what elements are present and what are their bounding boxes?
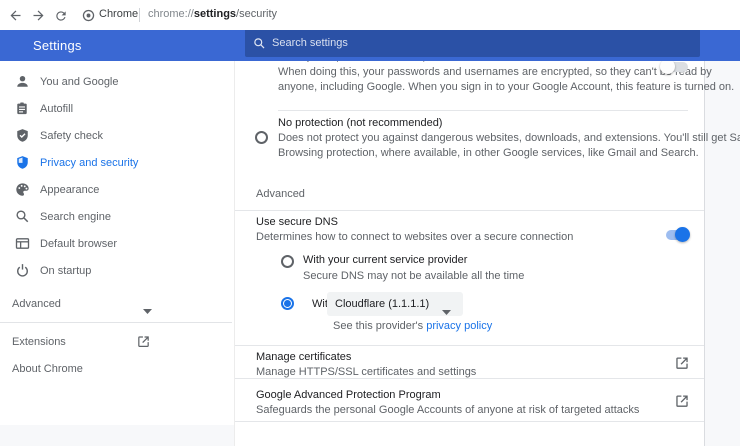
manage-certificates-title: Manage certificates bbox=[256, 351, 351, 363]
secure-dns-title: Use secure DNS bbox=[256, 216, 338, 228]
chrome-settings-security-page: Chrome chrome://settings/security Settin… bbox=[0, 0, 740, 446]
no-protection-title: No protection (not recommended) bbox=[278, 117, 442, 129]
row-divider bbox=[235, 378, 704, 379]
sidebar-advanced-toggle[interactable]: Advanced bbox=[0, 290, 234, 317]
external-link-icon[interactable] bbox=[675, 356, 689, 375]
about-chrome-label: About Chrome bbox=[12, 363, 83, 375]
sidebar-item-label: Search engine bbox=[40, 211, 111, 223]
sidebar-item-extensions[interactable]: Extensions bbox=[0, 328, 234, 355]
search-icon bbox=[252, 36, 267, 51]
sidebar-item-appearance[interactable]: Appearance bbox=[0, 176, 234, 203]
url-scheme: chrome:// bbox=[148, 8, 194, 20]
dns-provider-selected-value: Cloudflare (1.1.1.1) bbox=[335, 298, 429, 310]
address-url[interactable]: chrome://settings/security bbox=[148, 8, 277, 20]
row-divider bbox=[235, 345, 704, 346]
page-title: Settings bbox=[33, 38, 82, 53]
extensions-label: Extensions bbox=[12, 336, 66, 348]
dns-provider-custom-radio[interactable] bbox=[281, 297, 294, 310]
chevron-down-icon bbox=[143, 301, 152, 319]
row-divider bbox=[235, 421, 704, 422]
reload-icon[interactable] bbox=[52, 7, 69, 24]
secure-dns-subtitle: Determines how to connect to websites ov… bbox=[256, 231, 573, 243]
sidebar-item-search-engine[interactable]: Search engine bbox=[0, 203, 234, 230]
no-protection-desc-line1: Does not protect you against dangerous w… bbox=[278, 132, 740, 144]
sidebar-item-label: You and Google bbox=[40, 76, 119, 88]
privacy-shield-icon bbox=[14, 155, 30, 171]
site-label: Chrome bbox=[99, 8, 138, 20]
power-icon bbox=[14, 263, 30, 279]
url-host: settings bbox=[194, 8, 236, 20]
browser-toolbar: Chrome chrome://settings/security bbox=[0, 0, 740, 30]
chrome-favicon bbox=[81, 8, 95, 22]
secure-dns-toggle-knob[interactable] bbox=[675, 227, 690, 242]
dns-provider-current-label: With your current service provider bbox=[303, 254, 467, 266]
palette-icon bbox=[14, 182, 30, 198]
no-protection-desc-line2: Browsing protection, where available, in… bbox=[278, 147, 699, 159]
sidebar-item-label: Default browser bbox=[40, 238, 117, 250]
sidebar-item-label: Autofill bbox=[40, 103, 73, 115]
sidebar-divider bbox=[0, 322, 232, 323]
forward-arrow-icon[interactable] bbox=[30, 7, 47, 24]
password-breach-toggle-knob[interactable] bbox=[660, 59, 675, 74]
row-divider bbox=[278, 110, 688, 111]
sidebar-item-on-startup[interactable]: On startup bbox=[0, 257, 234, 284]
sidebar-item-autofill[interactable]: Autofill bbox=[0, 95, 234, 122]
back-arrow-icon[interactable] bbox=[7, 7, 24, 24]
advanced-label: Advanced bbox=[12, 298, 61, 310]
advanced-protection-subtitle: Safeguards the personal Google Accounts … bbox=[256, 404, 639, 416]
section-divider bbox=[235, 210, 704, 211]
privacy-policy-link[interactable]: privacy policy bbox=[426, 320, 492, 332]
external-link-icon[interactable] bbox=[675, 394, 689, 413]
password-breach-desc-line2: anyone, including Google. When you sign … bbox=[278, 81, 734, 93]
browser-window-icon bbox=[14, 236, 30, 252]
sidebar-item-you-and-google[interactable]: You and Google bbox=[0, 68, 234, 95]
sidebar-item-privacy-and-security[interactable]: Privacy and security bbox=[0, 149, 234, 176]
dropdown-caret-icon bbox=[442, 302, 451, 320]
privacy-policy-note: See this provider's privacy policy bbox=[333, 320, 492, 332]
dns-provider-select[interactable]: Cloudflare (1.1.1.1) bbox=[327, 292, 463, 316]
sidebar-item-safety-check[interactable]: Safety check bbox=[0, 122, 234, 149]
no-protection-radio[interactable] bbox=[255, 131, 268, 144]
autofill-icon bbox=[14, 101, 30, 117]
external-link-icon bbox=[137, 335, 150, 353]
sidebar-item-default-browser[interactable]: Default browser bbox=[0, 230, 234, 257]
sidebar-item-label: Safety check bbox=[40, 130, 103, 142]
dns-provider-current-desc: Secure DNS may not be available all the … bbox=[303, 270, 524, 282]
sidebar-item-about-chrome[interactable]: About Chrome bbox=[0, 355, 234, 382]
privacy-note-prefix: See this provider's bbox=[333, 320, 426, 332]
manage-certificates-subtitle: Manage HTTPS/SSL certificates and settin… bbox=[256, 366, 476, 378]
sidebar-item-label: Privacy and security bbox=[40, 157, 138, 169]
advanced-section-label: Advanced bbox=[256, 188, 305, 200]
safety-check-icon bbox=[14, 128, 30, 144]
advanced-protection-title: Google Advanced Protection Program bbox=[256, 389, 441, 401]
url-separator bbox=[139, 8, 140, 22]
password-breach-desc-line1: When doing this, your passwords and user… bbox=[278, 66, 712, 78]
sidebar-item-label: Appearance bbox=[40, 184, 99, 196]
url-path: /security bbox=[236, 8, 277, 20]
person-icon bbox=[14, 74, 30, 90]
search-placeholder: Search settings bbox=[272, 37, 348, 49]
sidebar-item-label: On startup bbox=[40, 265, 91, 277]
dns-provider-current-radio[interactable] bbox=[281, 255, 294, 268]
search-engine-icon bbox=[14, 209, 30, 225]
